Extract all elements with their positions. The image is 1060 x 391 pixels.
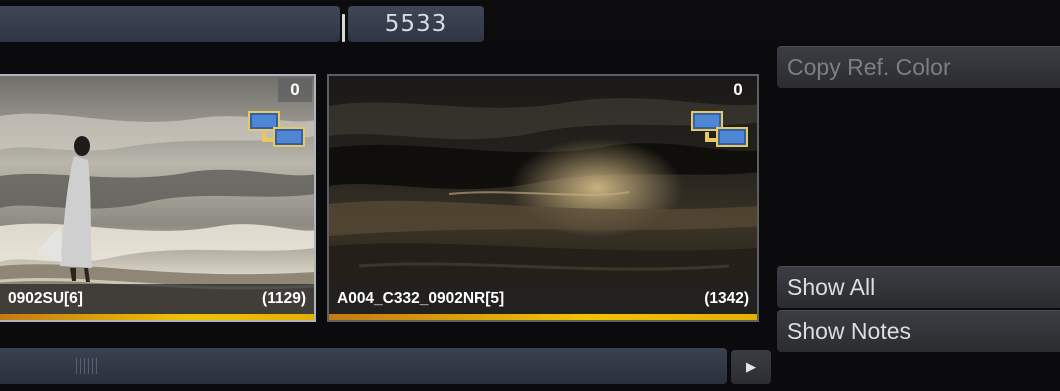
clip-thumbnail[interactable]: 0 A004_C332_0902NR[5] (1342): [327, 74, 759, 322]
frame-number-field[interactable]: 5533: [348, 6, 484, 42]
frame-count: (1129): [262, 290, 306, 307]
play-right-icon: ▶: [746, 359, 756, 374]
version-badge: 0: [278, 78, 312, 102]
clip-name: 0902SU[6]: [8, 290, 83, 307]
timeline-field[interactable]: [0, 6, 340, 42]
version-badge: 0: [733, 80, 743, 99]
frame-count: (1342): [704, 290, 749, 307]
scroll-grip[interactable]: [76, 358, 100, 374]
clip-info-bar: 0902SU[6] (1129): [0, 284, 314, 314]
show-notes-button[interactable]: Show Notes: [777, 310, 1060, 352]
clip-info-bar: A004_C332_0902NR[5] (1342): [329, 284, 757, 314]
clip-thumbnail[interactable]: 0 0902SU[6] (1129): [0, 74, 316, 322]
clip-name: A004_C332_0902NR[5]: [337, 290, 505, 307]
clip-progress-line: [329, 314, 757, 320]
reference-compare-icon[interactable]: [691, 106, 749, 150]
reference-compare-icon[interactable]: [248, 106, 306, 150]
clip-progress-line: [0, 314, 314, 320]
scroll-right-button[interactable]: ▶: [731, 350, 771, 384]
top-bar: 5533: [0, 0, 1060, 44]
playhead-marker[interactable]: [342, 14, 345, 42]
horizontal-scrollbar[interactable]: [0, 348, 727, 384]
show-all-button[interactable]: Show All: [777, 266, 1060, 308]
copy-ref-color-button[interactable]: Copy Ref. Color: [777, 46, 1060, 88]
